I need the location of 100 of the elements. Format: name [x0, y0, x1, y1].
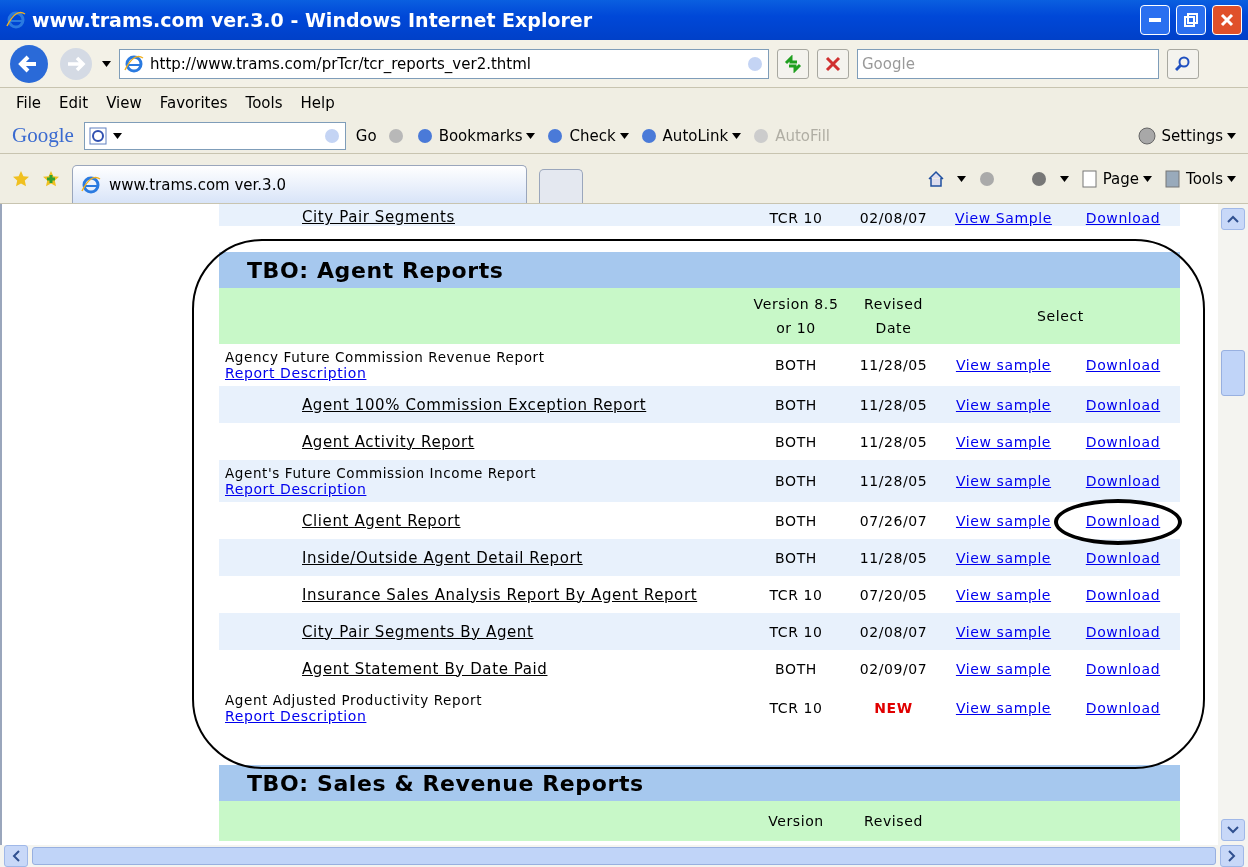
- report-description-link[interactable]: Report Description: [225, 365, 746, 381]
- restore-button[interactable]: [1176, 5, 1206, 35]
- version-text: BOTH: [774, 512, 818, 529]
- caret-icon[interactable]: [956, 175, 966, 182]
- caret-icon[interactable]: [112, 132, 122, 139]
- url-text: http://www.trams.com/prTcr/tcr_reports_ver2.thtml: [150, 54, 532, 73]
- report-name: Agency Future Commission Revenue Report: [225, 349, 546, 365]
- window-title: www.trams.com ver.3.0 - Windows Internet Explorer: [32, 9, 594, 31]
- scroll-left-button[interactable]: [4, 845, 28, 867]
- menu-item[interactable]: Favorites: [155, 92, 232, 114]
- view-sample-link[interactable]: View sample: [941, 549, 1066, 566]
- ie-logo-icon: [124, 53, 144, 74]
- close-icon: [1220, 13, 1234, 27]
- version-text: BOTH: [774, 357, 818, 373]
- menu-item[interactable]: View: [102, 92, 146, 114]
- report-link[interactable]: Agent Statement By Date Paid: [302, 659, 746, 678]
- scroll-thumb[interactable]: [32, 847, 1216, 865]
- toolbar-button[interactable]: Bookmarks: [414, 126, 536, 145]
- toolbar-button[interactable]: Check: [545, 126, 629, 145]
- google-search-field[interactable]: [83, 121, 346, 150]
- report-description-link[interactable]: Report Description: [225, 481, 746, 497]
- home-icon[interactable]: [926, 169, 945, 188]
- add-favorite-icon[interactable]: [42, 169, 60, 188]
- view-sample-link[interactable]: View sample: [941, 700, 1066, 716]
- command-button[interactable]: Page: [1080, 169, 1153, 188]
- report-link[interactable]: City Pair Segments: [302, 208, 746, 226]
- minimize-button[interactable]: [1140, 5, 1170, 35]
- view-sample-link[interactable]: View sample: [941, 473, 1066, 489]
- star-icon[interactable]: [12, 169, 30, 188]
- close-button[interactable]: [1212, 5, 1242, 35]
- version-text: BOTH: [774, 660, 818, 677]
- view-sample-link[interactable]: View Sample: [941, 210, 1066, 226]
- version-text: TCR 10: [768, 210, 824, 226]
- caret-icon: [619, 132, 629, 139]
- report-description-link[interactable]: Report Description: [225, 708, 746, 724]
- new-label: NEW: [873, 700, 914, 716]
- report-link[interactable]: Agent 100% Commission Exception Report: [302, 395, 746, 414]
- caret-icon[interactable]: [102, 60, 111, 67]
- menu-item[interactable]: Tools: [241, 92, 287, 114]
- search-button[interactable]: [1167, 48, 1199, 79]
- column-header: Revised Date: [863, 295, 924, 338]
- command-button[interactable]: Tools: [1164, 169, 1236, 188]
- g-icon[interactable]: [88, 126, 107, 145]
- menu-item[interactable]: Help: [296, 92, 339, 114]
- download-link[interactable]: Download: [1085, 357, 1161, 373]
- view-sample-link[interactable]: View sample: [941, 512, 1066, 529]
- menu-item[interactable]: Edit: [55, 92, 93, 114]
- download-link[interactable]: Download: [1085, 623, 1161, 640]
- caret-icon[interactable]: [1059, 175, 1069, 182]
- date-text: 11/28/05: [858, 396, 929, 413]
- search-icon: [1175, 55, 1191, 72]
- download-link[interactable]: Download: [1085, 396, 1161, 413]
- date-text: 02/09/07: [858, 660, 929, 677]
- download-link[interactable]: Download: [1085, 549, 1161, 566]
- view-sample-link[interactable]: View sample: [941, 357, 1066, 373]
- report-link[interactable]: Inside/Outside Agent Detail Report: [302, 548, 746, 567]
- google-logo: Google: [12, 123, 74, 148]
- report-link[interactable]: Client Agent Report: [302, 511, 746, 530]
- download-link[interactable]: Download: [1085, 512, 1161, 529]
- report-link[interactable]: City Pair Segments By Agent: [302, 622, 746, 641]
- column-header: Version 8.5 or 10: [752, 295, 840, 338]
- scroll-down-button[interactable]: [1221, 819, 1245, 841]
- view-sample-link[interactable]: View sample: [941, 433, 1066, 450]
- go-button[interactable]: Go: [355, 126, 377, 145]
- browser-tab[interactable]: www.trams.com ver.3.0: [72, 165, 527, 203]
- restore-icon: [1184, 13, 1198, 27]
- date-text: 02/08/07: [858, 210, 929, 226]
- view-sample-link[interactable]: View sample: [941, 396, 1066, 413]
- ie-logo-icon: [6, 10, 26, 30]
- refresh-icon: [783, 54, 803, 73]
- scroll-right-button[interactable]: [1220, 845, 1244, 867]
- report-link[interactable]: Insurance Sales Analysis Report By Agent Report: [302, 585, 746, 604]
- stop-button[interactable]: [817, 48, 849, 79]
- report-link[interactable]: Agent Activity Report: [302, 432, 746, 451]
- stop-icon: [825, 55, 841, 72]
- settings-button[interactable]: Settings: [1137, 125, 1236, 146]
- date-text: 07/26/07: [858, 512, 929, 529]
- download-link[interactable]: Download: [1085, 660, 1161, 677]
- search-field[interactable]: Google: [857, 48, 1159, 79]
- caret-icon: [1227, 175, 1236, 182]
- back-button[interactable]: [8, 42, 50, 85]
- view-sample-link[interactable]: View sample: [941, 586, 1066, 603]
- menu-item[interactable]: File: [12, 92, 46, 114]
- report-name: Agent Adjusted Productivity Report: [225, 692, 484, 708]
- download-link[interactable]: Download: [1085, 586, 1161, 603]
- refresh-button[interactable]: [777, 48, 809, 79]
- scroll-thumb[interactable]: [1221, 350, 1245, 396]
- toolbar-button[interactable]: AutoLink: [638, 126, 742, 145]
- download-link[interactable]: Download: [1085, 473, 1161, 489]
- date-text: 11/28/05: [858, 357, 929, 373]
- version-text: BOTH: [774, 549, 818, 566]
- scroll-up-button[interactable]: [1221, 208, 1245, 230]
- date-text: 11/28/05: [858, 549, 929, 566]
- address-field[interactable]: http://www.trams.com/prTcr/tcr_reports_ver2.thtml: [119, 48, 769, 79]
- view-sample-link[interactable]: View sample: [941, 660, 1066, 677]
- view-sample-link[interactable]: View sample: [941, 623, 1066, 640]
- section-header: TBO: Sales & Revenue Reports: [219, 765, 1180, 801]
- download-link[interactable]: Download: [1085, 433, 1161, 450]
- download-link[interactable]: Download: [1085, 700, 1161, 716]
- download-link[interactable]: Download: [1066, 210, 1180, 226]
